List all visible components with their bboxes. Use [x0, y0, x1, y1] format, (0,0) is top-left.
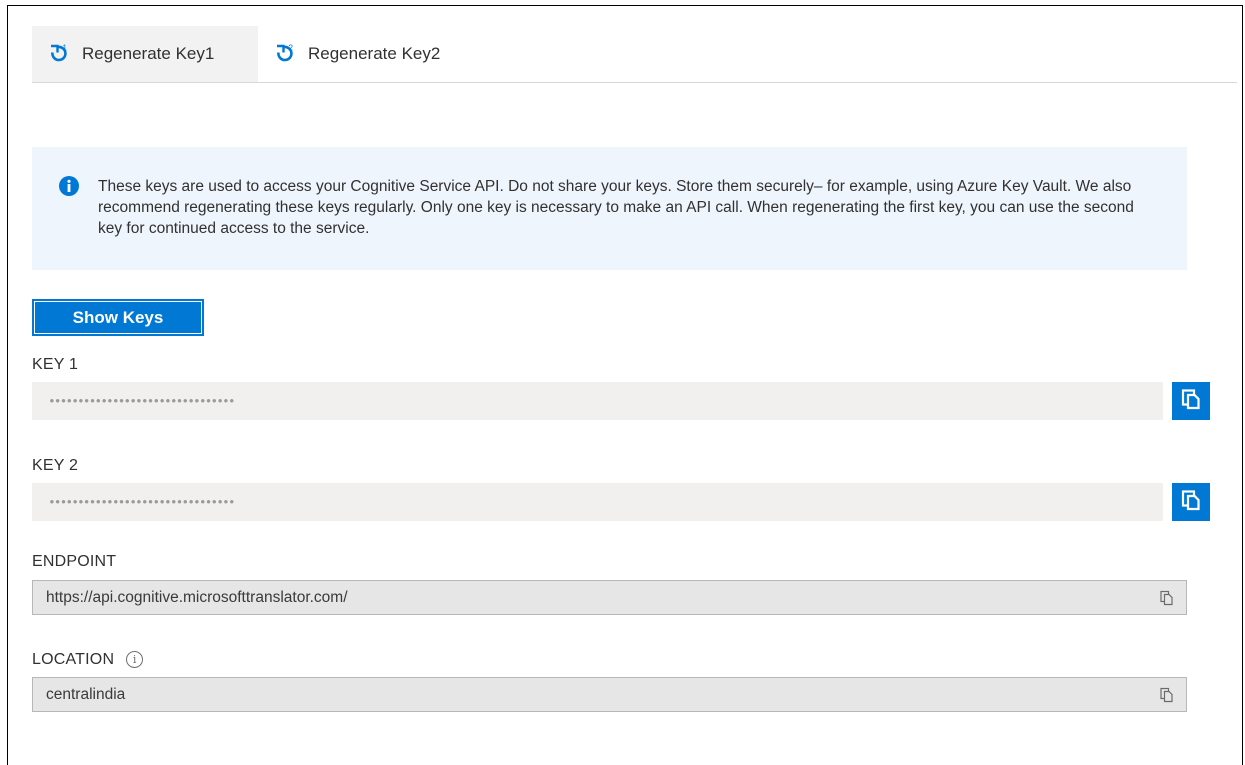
key2-label: KEY 2: [32, 457, 79, 474]
regenerate-key1-button[interactable]: 1 Regenerate Key1: [32, 26, 258, 82]
copy-icon: [1180, 489, 1202, 516]
svg-text:1: 1: [63, 44, 68, 53]
copy-icon: [1180, 388, 1202, 415]
endpoint-label: ENDPOINT: [32, 553, 117, 570]
info-banner: These keys are used to access your Cogni…: [32, 147, 1187, 270]
location-label-row: LOCATION i: [32, 651, 144, 669]
regenerate-key2-button[interactable]: 2 Regenerate Key2: [258, 26, 488, 82]
copy-key1-button[interactable]: [1172, 382, 1210, 420]
location-label: LOCATION: [32, 651, 115, 668]
copy-key2-button[interactable]: [1172, 483, 1210, 521]
info-icon[interactable]: i: [126, 651, 144, 668]
endpoint-value: https://api.cognitive.microsofttranslato…: [46, 588, 348, 606]
key2-field[interactable]: ••••••••••••••••••••••••••••••••: [32, 483, 1163, 521]
info-icon: [58, 175, 80, 197]
location-field[interactable]: centralindia: [32, 677, 1187, 712]
key1-field[interactable]: ••••••••••••••••••••••••••••••••: [32, 382, 1163, 420]
key1-label: KEY 1: [32, 356, 79, 373]
endpoint-field[interactable]: https://api.cognitive.microsofttranslato…: [32, 580, 1187, 615]
location-value: centralindia: [46, 685, 126, 703]
copy-icon[interactable]: [1159, 590, 1175, 606]
show-keys-button[interactable]: Show Keys: [32, 299, 204, 336]
refresh-icon: 1: [48, 43, 70, 65]
info-banner-text: These keys are used to access your Cogni…: [98, 178, 1134, 237]
regenerate-key1-label: Regenerate Key1: [82, 44, 215, 63]
copy-icon[interactable]: [1159, 687, 1175, 703]
regenerate-key2-label: Regenerate Key2: [308, 44, 441, 63]
refresh-icon: 2: [274, 43, 296, 65]
svg-text:2: 2: [289, 44, 294, 53]
command-bar: 1 Regenerate Key1 2 Regenerate Key2: [32, 26, 1237, 83]
